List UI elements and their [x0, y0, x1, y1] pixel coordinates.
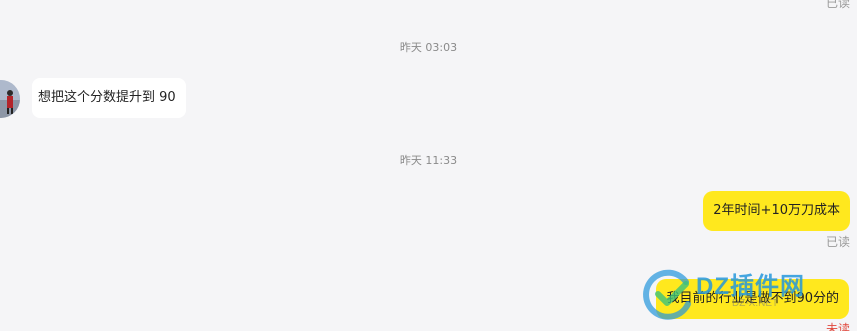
avatar-photo-icon — [0, 80, 20, 118]
timestamp-1: 昨天 03:03 — [399, 41, 458, 54]
read-status-top: 已读 — [826, 0, 851, 10]
message-outgoing-2[interactable]: 我目前的行业是做不到90分的 — [656, 279, 849, 319]
unread-status: 未读 — [826, 322, 851, 331]
avatar[interactable] — [0, 80, 20, 118]
message-outgoing-1[interactable]: 2年时间+10万刀成本 — [703, 191, 850, 231]
message-incoming[interactable]: 想把这个分数提升到 90 — [32, 78, 186, 118]
timestamp-2: 昨天 11:33 — [399, 154, 458, 167]
read-status-1: 已读 — [826, 235, 851, 249]
chat-history: 已读 昨天 03:03 想把这个分数提升到 90 昨天 11:33 2年时间+1… — [0, 0, 857, 331]
